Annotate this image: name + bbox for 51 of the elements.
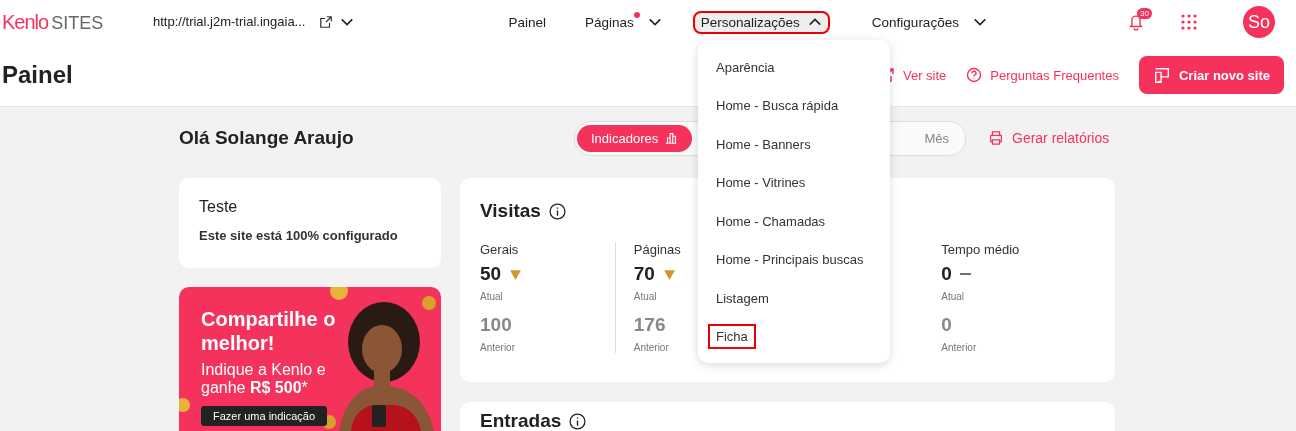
menu-item[interactable]: Home - Banners: [710, 133, 817, 155]
metric-caption: Anterior: [941, 342, 977, 353]
menu-item[interactable]: Home - Chamadas: [710, 210, 832, 232]
nav-item[interactable]: Configurações: [863, 10, 995, 34]
metric-caption: Anterior: [480, 342, 515, 353]
metric-previous: 176: [633, 314, 666, 336]
menu-item[interactable]: Ficha: [710, 326, 754, 348]
metric-label: Páginas: [633, 242, 681, 257]
notification-badge: 30: [1137, 8, 1152, 19]
metric-value: 50: [480, 263, 502, 285]
apps-grid-icon[interactable]: [1181, 14, 1197, 30]
info-icon[interactable]: [548, 202, 566, 220]
promo-title: Compartilhe o melhor!: [201, 307, 337, 355]
create-site-button[interactable]: Criar novo site: [1138, 56, 1284, 94]
metric-value: 0: [941, 263, 952, 285]
toggle-option[interactable]: Indicadores: [577, 124, 693, 152]
nav-item[interactable]: Páginas: [577, 10, 670, 34]
site-name: Teste: [199, 198, 239, 216]
info-icon[interactable]: [569, 412, 587, 430]
site-status: Este site está 100% configurado: [199, 228, 399, 243]
metric-caption: Atual: [633, 291, 657, 302]
page-title: Painel: [1, 61, 73, 89]
bar-chart-icon: [664, 131, 679, 145]
promo-text: Indique a Kenlo e ganhe R$ 500*: [201, 361, 327, 398]
nav-item[interactable]: Personalizações: [692, 10, 830, 34]
metric-value: 70: [633, 263, 655, 285]
metric-previous: 100: [480, 314, 512, 336]
toggle-option[interactable]: Mês: [910, 124, 963, 152]
user-avatar[interactable]: So: [1243, 6, 1275, 38]
menu-item[interactable]: Home - Vitrines: [710, 172, 812, 194]
metric-caption: Atual: [480, 291, 503, 302]
menu-item[interactable]: Listagem: [710, 287, 775, 309]
menu-item[interactable]: Home - Busca rápida: [710, 95, 845, 117]
header-link[interactable]: Perguntas Frequentes: [966, 67, 1119, 83]
nav-item[interactable]: Painel: [500, 10, 554, 34]
greeting: Olá Solange Araujo: [179, 127, 355, 149]
logo[interactable]: KenloSITES: [2, 10, 153, 34]
metric-caption: Atual: [941, 291, 965, 302]
card-title: Entradas: [480, 410, 562, 431]
metric-caption: Anterior: [633, 342, 669, 353]
metric-previous: 0: [941, 314, 952, 336]
metric-label: Gerais: [480, 242, 519, 257]
help-icon: [966, 67, 983, 83]
devices-icon: [1152, 66, 1171, 84]
printer-icon: [988, 130, 1004, 146]
menu-item[interactable]: Aparência: [710, 56, 781, 78]
site-url: http://trial.j2m-trial.ingaia...: [153, 14, 306, 30]
card-title: Visitas: [480, 200, 541, 222]
metric-label: Tempo médio: [941, 242, 1020, 257]
menu-item[interactable]: Home - Principais buscas: [710, 249, 870, 271]
referral-button[interactable]: Fazer uma indicação: [201, 405, 328, 426]
